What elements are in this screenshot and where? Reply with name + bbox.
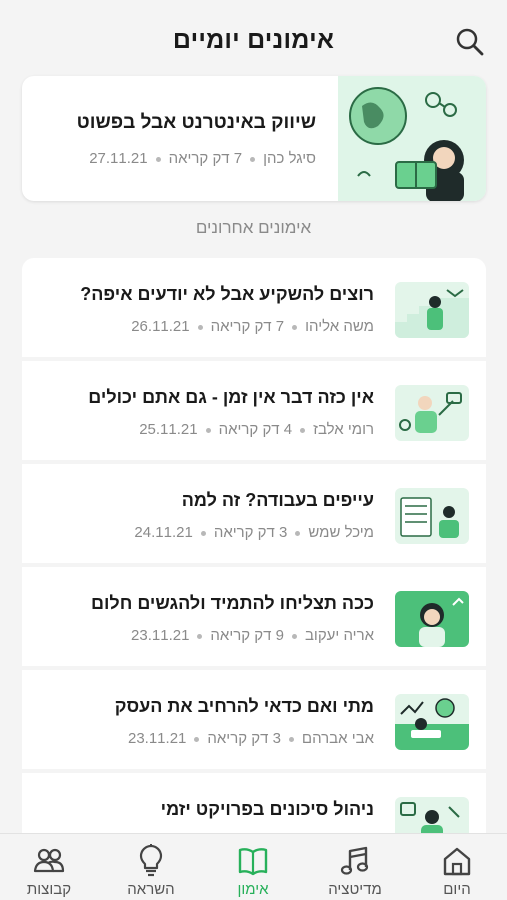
- item-thumbnail: [395, 385, 469, 441]
- search-icon: [456, 28, 484, 56]
- nav-inspiration-label: השראה: [127, 881, 175, 898]
- nav-groups-label: קבוצות: [26, 881, 72, 898]
- section-label-recent: אימונים אחרונים: [195, 218, 312, 237]
- list-item[interactable]: מתי ואם כדאי להרחיב את העסק אבי אברהם 3 ד…: [22, 670, 486, 769]
- item-meta: אריה יעקוב 9 דק קריאה 23.11.21: [91, 627, 374, 644]
- item-thumbnail: [395, 797, 469, 833]
- book-icon: [238, 848, 268, 876]
- item-meta: מיכל שמש 3 דק קריאה 24.11.21: [134, 524, 374, 541]
- featured-text: שיווק באינטרנט אבל בפשוט סיגל כהן 7 דק קר…: [77, 112, 316, 167]
- separator-dot: [291, 633, 297, 639]
- item-text: מתי ואם כדאי להרחיב את העסק אבי אברהם 3 ד…: [115, 696, 374, 747]
- nav-home[interactable]: היום: [412, 844, 502, 900]
- featured-date: 27.11.21: [89, 150, 148, 167]
- item-meta: משה אליהו 7 דק קריאה 26.11.21: [80, 318, 374, 335]
- lightbulb-icon: [139, 844, 163, 877]
- list-item[interactable]: אין כזה דבר אין זמן - גם אתם יכולים רומי…: [22, 361, 486, 460]
- nav-home-label: היום: [443, 881, 471, 898]
- nav-inspiration[interactable]: השראה: [106, 844, 196, 900]
- bottom-nav: היום מדיטציה אימון השראה קבוצות: [0, 833, 507, 900]
- item-title: ניהול סיכונים בפרויקט יזמי: [160, 799, 374, 819]
- featured-illustration: [338, 76, 486, 201]
- separator-dot: [288, 736, 294, 742]
- item-date: 23.11.21: [131, 627, 190, 644]
- featured-card[interactable]: שיווק באינטרנט אבל בפשוט סיגל כהן 7 דק קר…: [22, 76, 486, 201]
- item-text: רוצים להשקיע אבל לא יודעים איפה? משה אלי…: [80, 284, 374, 335]
- page-title: אימונים יומיים: [172, 25, 335, 54]
- separator-dot: [300, 427, 306, 433]
- item-date: 26.11.21: [131, 318, 190, 335]
- item-author: רומי אלבז: [313, 421, 374, 438]
- item-author: מיכל שמש: [308, 524, 374, 541]
- item-author: אריה יעקוב: [304, 627, 374, 644]
- item-meta: אבי אברהם 3 דק קריאה 23.11.21: [115, 730, 374, 747]
- separator-dot: [197, 324, 203, 330]
- recent-list: רוצים להשקיע אבל לא יודעים איפה? משה אלי…: [22, 258, 486, 833]
- item-read-time: 4 דק קריאה: [218, 421, 293, 438]
- music-note-icon: [340, 846, 369, 875]
- item-thumbnail: [395, 694, 469, 750]
- item-text: ככה תצליחו להתמיד ולהגשים חלום אריה יעקו…: [91, 593, 374, 644]
- item-author: משה אליהו: [305, 318, 374, 335]
- list-item[interactable]: ניהול סיכונים בפרויקט יזמי: [22, 773, 486, 833]
- item-title: עייפים בעבודה? זה למה: [181, 490, 374, 510]
- item-title: רוצים להשקיע אבל לא יודעים איפה?: [80, 284, 374, 304]
- item-date: 24.11.21: [134, 524, 193, 541]
- list-item[interactable]: עייפים בעבודה? זה למה מיכל שמש 3 דק קריאה…: [22, 464, 486, 563]
- item-date: 25.11.21: [139, 421, 198, 438]
- item-thumbnail: [395, 591, 469, 647]
- featured-read-time: 7 דק קריאה: [168, 150, 243, 167]
- nav-training[interactable]: אימון: [208, 844, 298, 900]
- nav-training-label: אימון: [237, 881, 269, 898]
- item-read-time: 3 דק קריאה: [213, 524, 288, 541]
- item-thumbnail: [395, 488, 469, 544]
- item-author: אבי אברהם: [301, 730, 374, 747]
- item-text: עייפים בעבודה? זה למה מיכל שמש 3 דק קריאה…: [134, 490, 374, 541]
- separator-dot: [250, 156, 256, 162]
- list-item[interactable]: רוצים להשקיע אבל לא יודעים איפה? משה אלי…: [22, 258, 486, 357]
- featured-title: שיווק באינטרנט אבל בפשוט: [76, 112, 316, 133]
- item-title: אין כזה דבר אין זמן - גם אתם יכולים: [88, 387, 374, 407]
- separator-dot: [200, 530, 206, 536]
- nav-meditation-label: מדיטציה: [328, 881, 382, 898]
- item-meta: רומי אלבז 4 דק קריאה 25.11.21: [88, 421, 374, 438]
- home-icon: [443, 847, 471, 876]
- featured-author: סיגל כהן: [263, 150, 316, 167]
- item-title: ככה תצליחו להתמיד ולהגשים חלום: [91, 593, 374, 613]
- users-icon: [33, 848, 65, 873]
- separator-dot: [292, 324, 298, 330]
- separator-dot: [205, 427, 211, 433]
- featured-meta: סיגל כהן 7 דק קריאה 27.11.21: [77, 150, 316, 167]
- item-thumbnail: [395, 282, 469, 338]
- separator-dot: [197, 633, 203, 639]
- item-text: אין כזה דבר אין זמן - גם אתם יכולים רומי…: [88, 387, 374, 438]
- item-read-time: 9 דק קריאה: [210, 627, 284, 644]
- item-text: ניהול סיכונים בפרויקט יזמי: [161, 799, 374, 820]
- item-read-time: 7 דק קריאה: [210, 318, 285, 335]
- nav-meditation[interactable]: מדיטציה: [310, 844, 400, 900]
- item-title: מתי ואם כדאי להרחיב את העסק: [114, 696, 374, 716]
- separator-dot: [295, 530, 301, 536]
- list-item[interactable]: ככה תצליחו להתמיד ולהגשים חלום אריה יעקו…: [22, 567, 486, 666]
- item-date: 23.11.21: [127, 730, 187, 747]
- separator-dot: [194, 736, 200, 742]
- nav-groups[interactable]: קבוצות: [4, 844, 94, 900]
- search-button[interactable]: [452, 24, 488, 60]
- top-bar: אימונים יומיים: [0, 0, 507, 80]
- separator-dot: [155, 156, 161, 162]
- item-read-time: 3 דק קריאה: [207, 730, 281, 747]
